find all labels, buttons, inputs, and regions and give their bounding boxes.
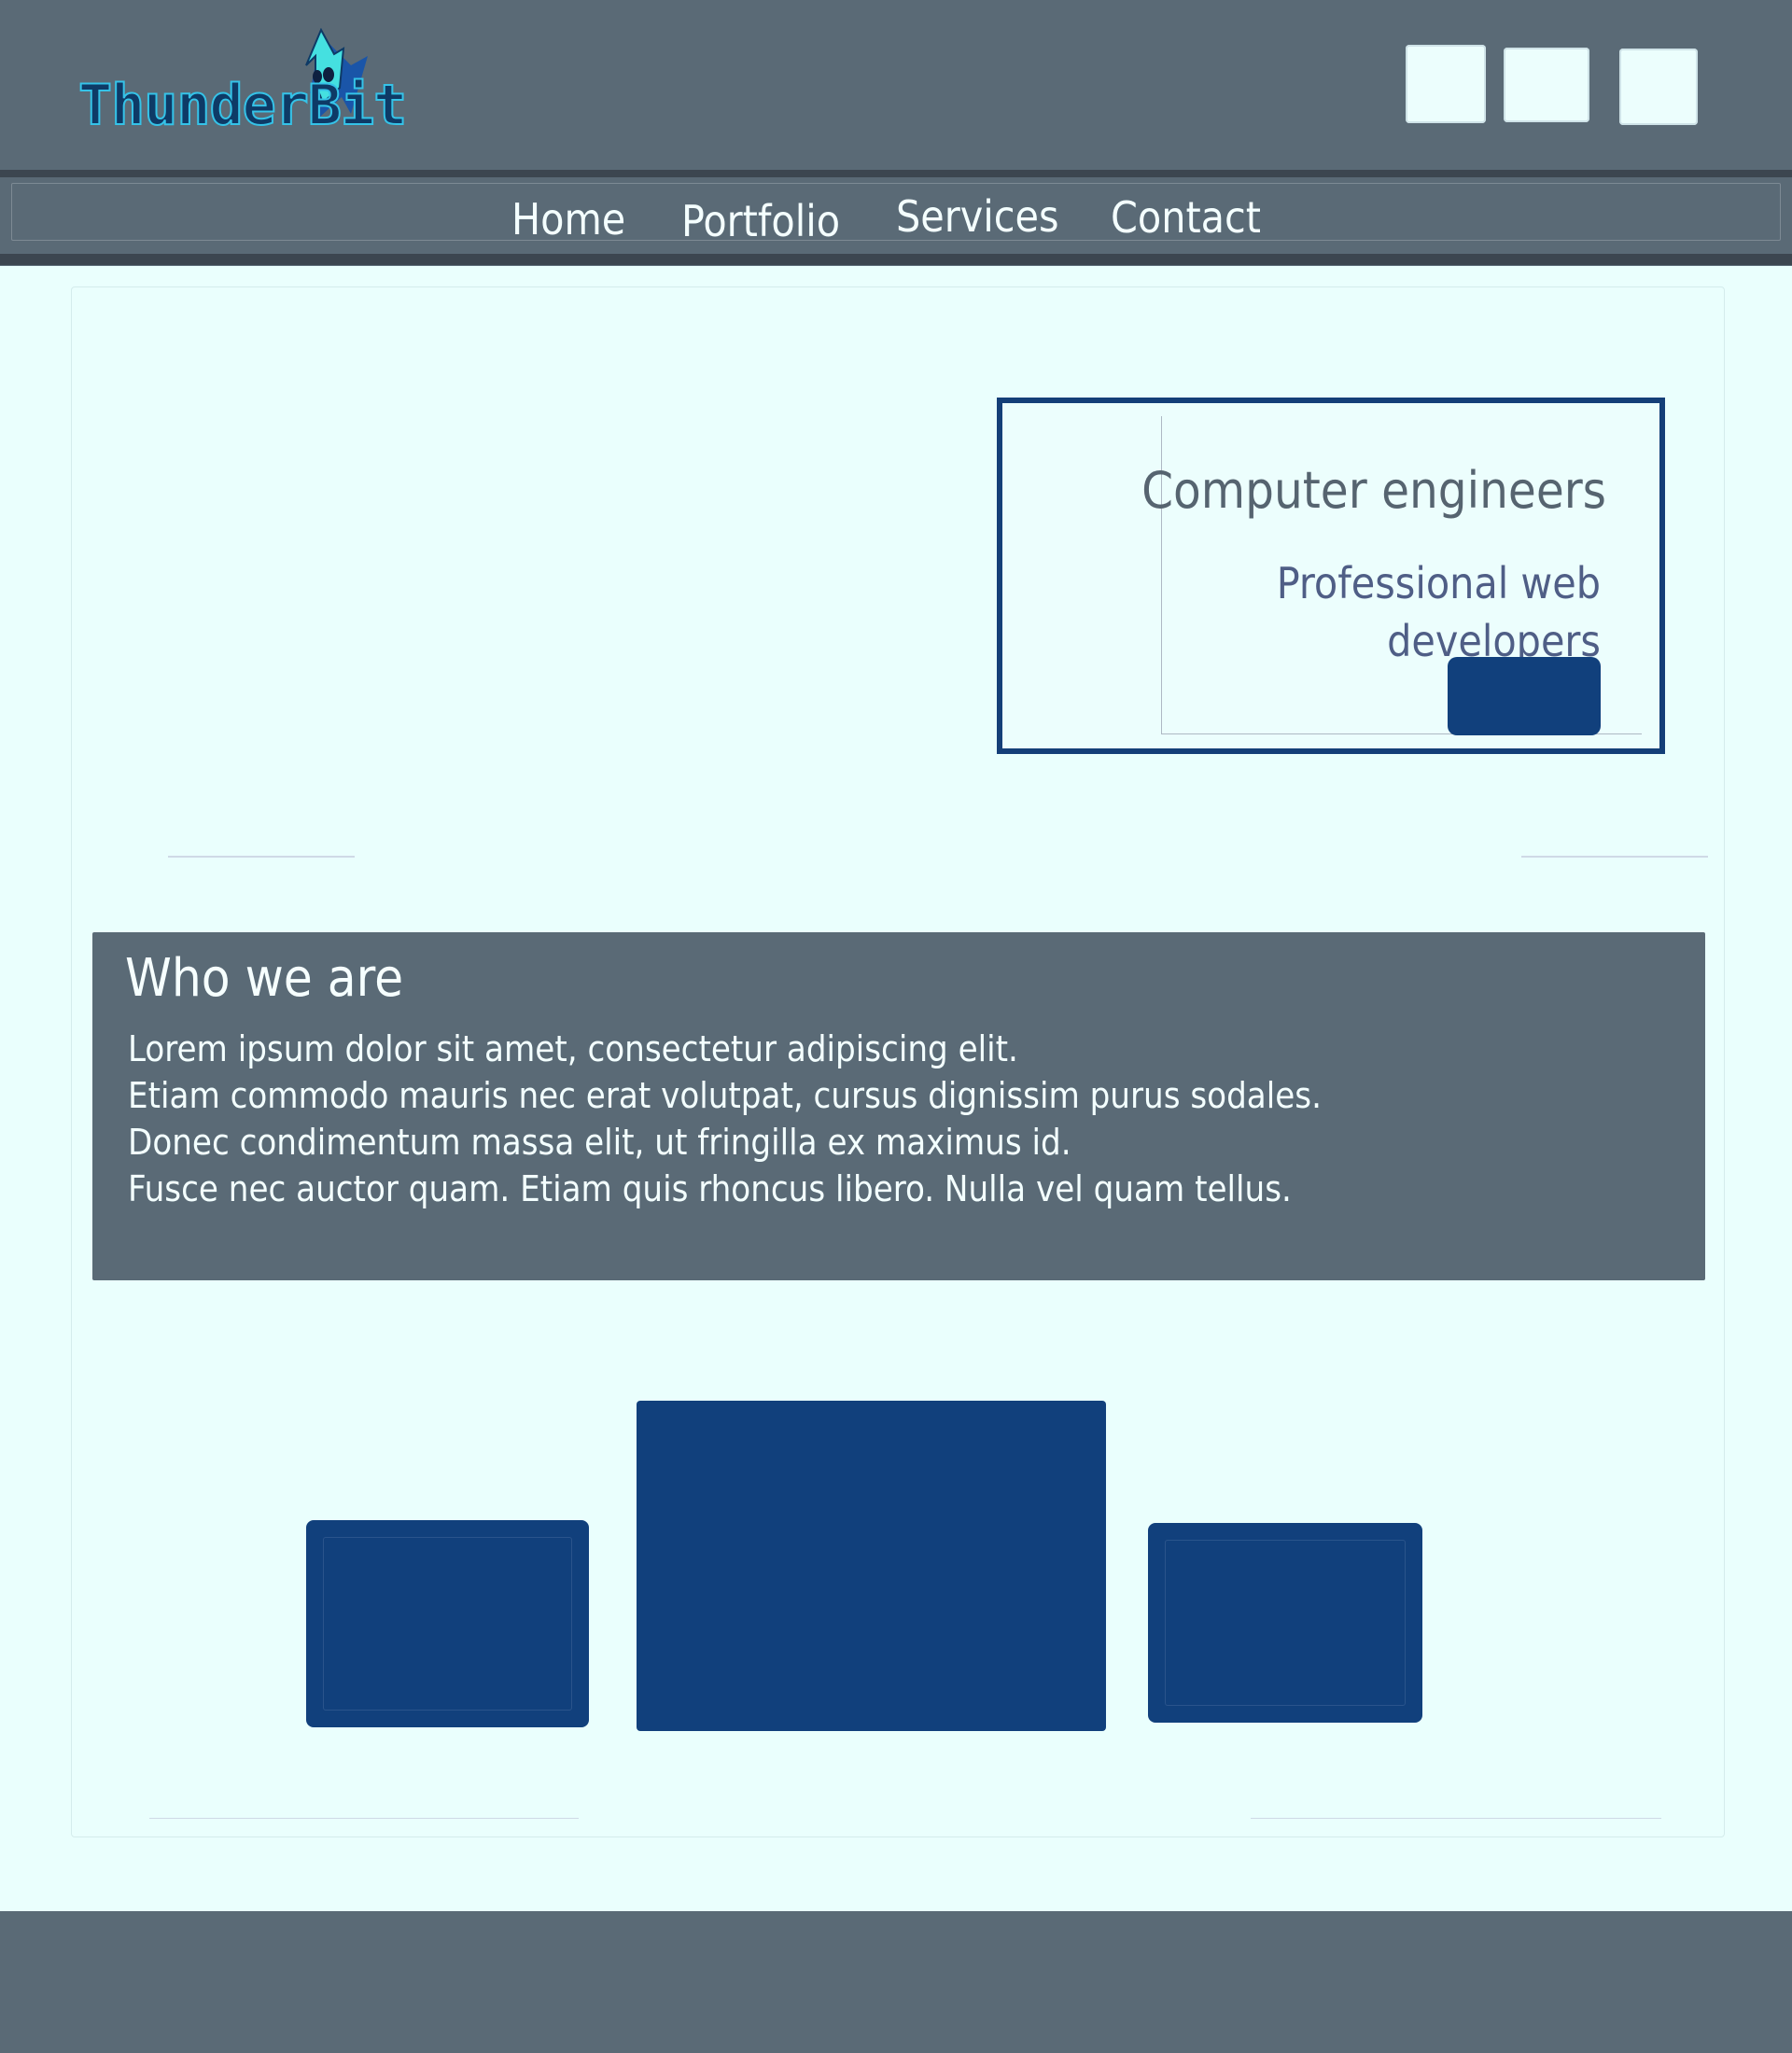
about-body: Lorem ipsum dolor sit amet, consectetur … — [128, 1026, 1322, 1212]
about-title: Who we are — [125, 948, 404, 1009]
card-frame — [1165, 1540, 1406, 1706]
feature-card-right[interactable] — [1148, 1523, 1422, 1723]
header-action-button[interactable] — [1406, 45, 1486, 123]
nav-divider — [0, 170, 1792, 177]
feature-card-left[interactable] — [306, 1520, 589, 1727]
nav-item-contact[interactable]: Contact — [1111, 192, 1261, 243]
hero-subtitle: Professional web developers — [1276, 558, 1601, 666]
header-action-button[interactable] — [1504, 48, 1589, 122]
divider — [149, 1818, 579, 1819]
about-text-line: Fusce nec auctor quam. Etiam quis rhoncu… — [128, 1168, 1292, 1209]
hero-title: Computer engineers — [1141, 461, 1606, 520]
about-section: Who we are Lorem ipsum dolor sit amet, c… — [92, 932, 1705, 1280]
card-frame — [323, 1537, 572, 1711]
about-text-line: Donec condimentum massa elit, ut fringil… — [128, 1122, 1071, 1163]
nav-divider — [0, 254, 1792, 265]
header-action-button[interactable] — [1619, 49, 1698, 125]
divider — [168, 856, 355, 858]
nav-item-portfolio[interactable]: Portfolio — [681, 196, 840, 246]
logo-wordmark: ThunderBit — [77, 72, 408, 139]
divider — [1251, 1818, 1661, 1819]
nav-item-home[interactable]: Home — [511, 194, 625, 244]
site-header: ThunderBit Home Portfolio Services Conta… — [0, 0, 1792, 266]
about-text-line: Etiam commodo mauris nec erat volutpat, … — [128, 1075, 1322, 1116]
divider — [1521, 856, 1708, 858]
site-footer — [0, 1911, 1792, 2053]
nav-item-services[interactable]: Services — [896, 191, 1059, 242]
hero-cta-button[interactable] — [1448, 657, 1601, 735]
about-text-line: Lorem ipsum dolor sit amet, consectetur … — [128, 1028, 1018, 1069]
feature-card-center[interactable] — [637, 1401, 1106, 1731]
